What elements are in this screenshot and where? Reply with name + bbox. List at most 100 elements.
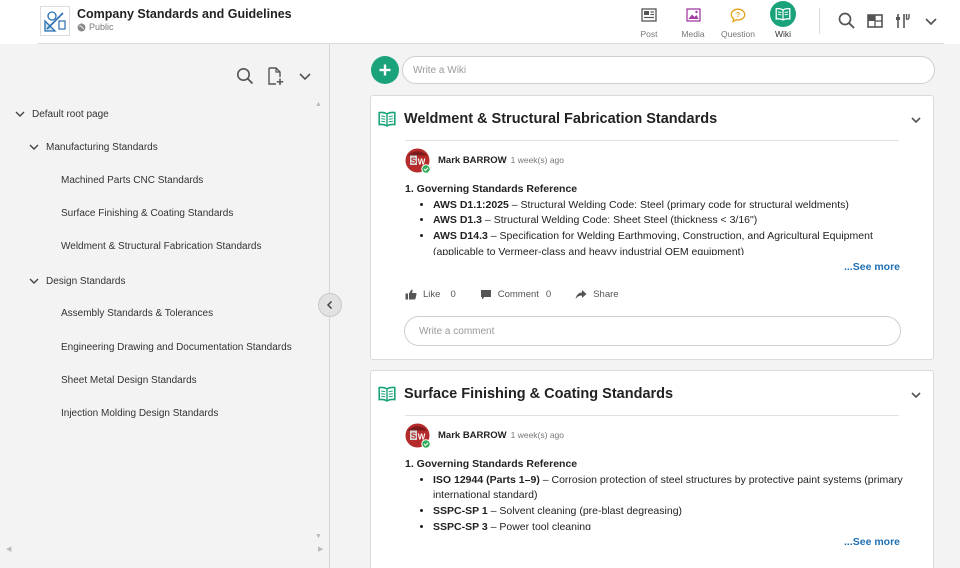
tree-item-weldment-structural-fabrication-standards[interactable]: Weldment & Structural Fabrication Standa… [61, 241, 261, 252]
list-item: SSPC-SP 1 – Solvent cleaning (pre-blast … [433, 504, 903, 520]
nav-question[interactable]: ? Question [720, 4, 756, 40]
section-heading: 1. Governing Standards Reference [405, 458, 578, 470]
plus-icon [379, 64, 391, 76]
tree-scroll-left-icon[interactable]: ◀ [6, 545, 11, 553]
tree-item-label: Assembly Standards & Tolerances [61, 308, 214, 319]
tree-item-sheet-metal-design-standards[interactable]: Sheet Metal Design Standards [61, 375, 197, 386]
tree-item-label: Manufacturing Standards [46, 141, 158, 153]
wiki-tree-sidebar: ▲ Default root page Manufacturing Standa… [0, 44, 330, 568]
chevron-down-icon[interactable] [28, 141, 40, 153]
like-label: Like [423, 289, 441, 300]
like-count: 0 [450, 289, 456, 300]
tree-scroll-right-icon[interactable]: ▶ [318, 545, 323, 553]
author-name[interactable]: Mark BARROW 1 week(s) ago [438, 155, 564, 166]
nav-wiki-label: Wiki [774, 29, 792, 39]
card-divider [405, 415, 899, 416]
tree-search-icon[interactable] [235, 66, 255, 86]
wiki-card-body: 1. Governing Standards Reference AWS D1.… [405, 182, 903, 255]
thumbs-up-icon [405, 289, 417, 300]
author-name[interactable]: Mark BARROW 1 week(s) ago [438, 430, 564, 441]
post-time: 1 week(s) ago [510, 155, 565, 165]
comment-icon [480, 290, 491, 300]
question-icon: ? [727, 4, 749, 26]
standards-list: AWS D1.1:2025 – Structural Welding Code:… [433, 198, 903, 255]
wiki-card-body: 1. Governing Standards Reference ISO 129… [405, 457, 903, 530]
card-divider [405, 140, 899, 141]
list-item: ISO 12944 (Parts 1–9) – Corrosion protec… [433, 473, 903, 504]
nav-post[interactable]: Post [631, 4, 667, 40]
add-page-icon[interactable] [265, 66, 285, 86]
nav-wiki[interactable]: Wiki [765, 1, 801, 40]
author-name-text: Mark BARROW [438, 155, 507, 166]
tree-item-label: Surface Finishing & Coating Standards [61, 208, 234, 219]
write-wiki-input[interactable] [402, 56, 935, 84]
app-header: Company Standards and Guidelines Public … [0, 0, 960, 44]
avatar[interactable]: SW [405, 423, 431, 449]
wiki-book-icon [378, 386, 396, 402]
svg-text:?: ? [736, 12, 740, 19]
share-label: Share [593, 289, 619, 300]
chevron-down-icon[interactable] [14, 108, 26, 120]
post-icon [638, 4, 660, 26]
media-icon [682, 4, 704, 26]
comment-label: Comment [497, 289, 539, 300]
tree-item-default-root-page[interactable]: Default root page [14, 108, 109, 120]
comment-button[interactable]: Comment 0 [480, 289, 551, 300]
tree-scroll-down-icon[interactable]: ▼ [315, 533, 322, 540]
wiki-card-title[interactable]: Surface Finishing & Coating Standards [404, 386, 673, 402]
tree-item-design-standards[interactable]: Design Standards [28, 275, 126, 287]
tree-item-label: Engineering Drawing and Documentation St… [61, 342, 292, 353]
wiki-card: Weldment & Structural Fabrication Standa… [370, 95, 934, 360]
header-menu-chevron-down-icon[interactable] [921, 11, 941, 31]
nav-question-label: Question [720, 29, 756, 39]
tree-scroll-up-icon[interactable]: ▲ [315, 101, 322, 108]
app-logo [40, 6, 70, 36]
share-icon [575, 290, 587, 299]
svg-text:S: S [411, 432, 417, 441]
see-more-link[interactable]: ...See more [844, 536, 900, 548]
tree-item-injection-molding-design-standards[interactable]: Injection Molding Design Standards [61, 408, 218, 419]
add-wiki-button[interactable] [371, 56, 399, 84]
tree-item-surface-finishing-coating-standards[interactable]: Surface Finishing & Coating Standards [61, 208, 233, 219]
share-button[interactable]: Share [575, 289, 619, 300]
wiki-card-title[interactable]: Weldment & Structural Fabrication Standa… [404, 111, 717, 127]
tree-item-label: Sheet Metal Design Standards [61, 375, 197, 386]
comment-input[interactable] [404, 316, 901, 346]
tree-menu-chevron-down-icon[interactable] [295, 66, 315, 86]
list-item: AWS D1.3 – Structural Welding Code: Shee… [433, 213, 903, 229]
header-search-icon[interactable] [837, 11, 857, 31]
section-heading: 1. Governing Standards Reference [405, 183, 578, 195]
card-chevron-down-icon[interactable] [909, 388, 923, 402]
comment-count: 0 [545, 289, 552, 300]
tree-item-label: Default root page [32, 108, 109, 120]
tree-item-label: Design Standards [46, 275, 126, 287]
collapse-sidebar-button[interactable] [318, 293, 342, 317]
card-chevron-down-icon[interactable] [909, 113, 923, 127]
card-actions: Like 0 Comment 0 Share [405, 289, 619, 300]
nav-post-label: Post [640, 29, 658, 39]
tree-item-label: Injection Molding Design Standards [61, 408, 219, 419]
layout-icon[interactable] [865, 11, 885, 31]
tree-item-assembly-standards-tolerances[interactable]: Assembly Standards & Tolerances [61, 308, 213, 319]
nav-media-label: Media [681, 29, 705, 39]
chevron-down-icon[interactable] [28, 275, 40, 287]
list-item: AWS D1.1:2025 – Structural Welding Code:… [433, 198, 903, 214]
tools-icon[interactable] [893, 11, 913, 31]
globe-icon [77, 23, 86, 31]
tree-item-manufacturing-standards[interactable]: Manufacturing Standards [28, 141, 158, 153]
header-separator [819, 8, 820, 34]
wiki-card: Surface Finishing & Coating Standards SW… [370, 370, 934, 568]
post-time: 1 week(s) ago [510, 430, 565, 440]
nav-media[interactable]: Media [675, 4, 711, 40]
like-button[interactable]: Like 0 [405, 289, 456, 300]
wiki-icon [770, 1, 796, 27]
avatar[interactable]: SW [405, 148, 431, 174]
tree-item-engineering-drawing-documentation-standards[interactable]: Engineering Drawing and Documentation St… [61, 342, 292, 353]
visibility-label: Public [77, 22, 114, 32]
see-more-link[interactable]: ...See more [844, 261, 900, 273]
tree-item-machined-parts-cnc-standards[interactable]: Machined Parts CNC Standards [61, 175, 203, 186]
tree-item-label: Machined Parts CNC Standards [61, 175, 204, 186]
author-name-text: Mark BARROW [438, 430, 507, 441]
tree-item-label: Weldment & Structural Fabrication Standa… [61, 241, 262, 252]
list-item: AWS D14.3 – Specification for Welding Ea… [433, 229, 903, 255]
